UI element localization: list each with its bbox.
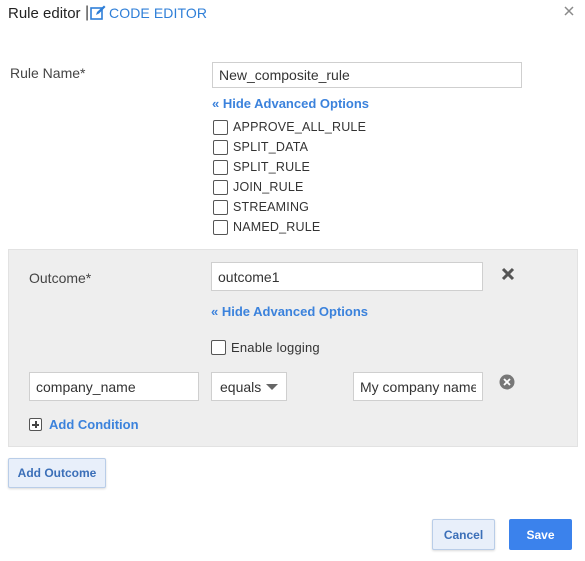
plus-box-icon: [29, 418, 42, 431]
option-join-rule[interactable]: JOIN_RULE: [213, 178, 304, 196]
save-button[interactable]: Save: [509, 519, 572, 550]
checkbox[interactable]: [213, 159, 228, 175]
rule-name-input[interactable]: [212, 62, 522, 88]
option-label: SPLIT_RULE: [233, 160, 311, 174]
option-label: SPLIT_DATA: [233, 140, 309, 154]
title-separator: |: [85, 4, 90, 21]
enable-logging-checkbox[interactable]: [211, 339, 226, 355]
remove-condition-icon[interactable]: [499, 374, 515, 390]
enable-logging-option[interactable]: Enable logging: [211, 338, 320, 356]
outcome-label: Outcome*: [29, 270, 92, 286]
option-label: STREAMING: [233, 200, 310, 214]
option-split-data[interactable]: SPLIT_DATA: [213, 138, 308, 156]
condition-field-input[interactable]: [29, 372, 199, 401]
option-named-rule[interactable]: NAMED_RULE: [213, 218, 320, 236]
enable-logging-label: Enable logging: [231, 339, 320, 355]
checkbox[interactable]: [213, 139, 228, 155]
checkbox[interactable]: [213, 219, 228, 235]
option-streaming[interactable]: STREAMING: [213, 198, 309, 216]
condition-operator-select[interactable]: equals: [211, 372, 287, 401]
option-split-rule[interactable]: SPLIT_RULE: [213, 158, 310, 176]
checkbox[interactable]: [213, 199, 228, 215]
close-icon[interactable]: [561, 3, 577, 19]
code-editor-label: CODE EDITOR: [109, 5, 208, 21]
add-outcome-button[interactable]: Add Outcome: [8, 458, 106, 488]
code-editor-link[interactable]: CODE EDITOR: [90, 5, 207, 21]
outcome-hide-advanced-options-link[interactable]: « Hide Advanced Options: [211, 304, 368, 319]
cancel-button[interactable]: Cancel: [432, 519, 495, 550]
checkbox[interactable]: [213, 179, 228, 195]
checkbox[interactable]: [213, 119, 228, 135]
caret-down-icon: [266, 384, 278, 390]
operator-value: equals: [220, 378, 262, 395]
add-condition-button[interactable]: Add Condition: [29, 417, 139, 432]
hide-advanced-options-link[interactable]: « Hide Advanced Options: [212, 96, 369, 111]
option-approve-all-rule[interactable]: APPROVE_ALL_RULE: [213, 118, 366, 136]
dialog-title: Rule editor: [8, 5, 81, 22]
edit-icon: [90, 5, 106, 20]
option-label: APPROVE_ALL_RULE: [233, 120, 367, 134]
condition-value-input[interactable]: [353, 372, 483, 401]
rule-name-label: Rule Name*: [10, 65, 86, 81]
add-condition-label: Add Condition: [49, 417, 139, 432]
rule-editor-dialog: Rule editor | CODE EDITOR Rule Name* « H…: [0, 0, 585, 561]
option-label: NAMED_RULE: [233, 220, 321, 234]
option-label: JOIN_RULE: [233, 180, 304, 194]
outcome-input[interactable]: [211, 262, 483, 291]
remove-outcome-icon[interactable]: [500, 266, 516, 282]
